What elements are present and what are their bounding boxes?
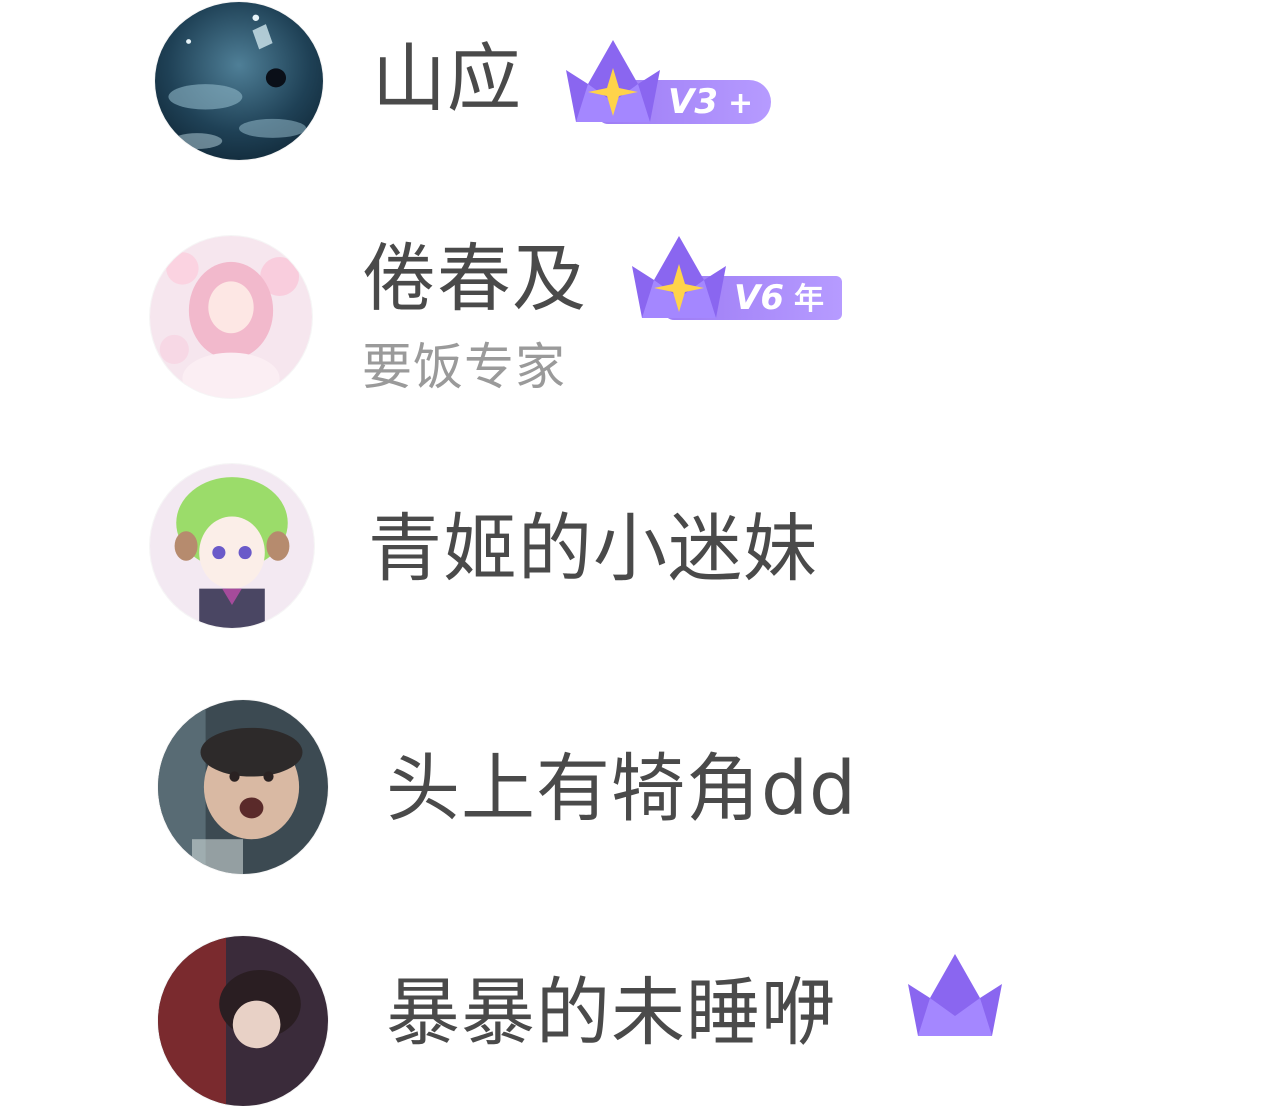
list-item[interactable]: 倦春及 V6 年 要饭专家 xyxy=(0,220,1280,420)
avatar[interactable] xyxy=(158,936,328,1106)
avatar[interactable] xyxy=(155,2,323,160)
user-name[interactable]: 青姬的小迷妹 xyxy=(368,512,818,586)
vip-level: V6 xyxy=(734,278,784,318)
user-name[interactable]: 暴暴的未睡咿 xyxy=(386,976,836,1050)
avatar[interactable] xyxy=(158,700,328,874)
user-name[interactable]: 山应 xyxy=(372,42,522,116)
vip-suffix: + xyxy=(727,86,754,121)
list-item[interactable]: 头上有犄角dd xyxy=(0,680,1280,900)
user-name[interactable]: 倦春及 xyxy=(362,242,587,316)
crown-icon xyxy=(558,32,668,128)
crown-icon xyxy=(624,228,734,324)
vip-level: V3 xyxy=(668,82,718,122)
list-item[interactable]: 青姬的小迷妹 xyxy=(0,450,1280,650)
crown-icon xyxy=(900,946,1010,1042)
user-name[interactable]: 头上有犄角dd xyxy=(386,752,857,826)
vip-suffix: 年 xyxy=(793,282,824,317)
avatar[interactable] xyxy=(150,236,312,398)
user-list: 山应 V3 + 倦春及 V6 年 要饭专家 青姬的小迷妹 头上有犄角dd 暴暴的… xyxy=(0,0,1280,1106)
avatar[interactable] xyxy=(150,464,314,628)
list-item[interactable]: 山应 V3 + xyxy=(0,0,1280,190)
list-item[interactable]: 暴暴的未睡咿 xyxy=(0,930,1280,1106)
user-subtitle: 要饭专家 xyxy=(362,338,566,396)
